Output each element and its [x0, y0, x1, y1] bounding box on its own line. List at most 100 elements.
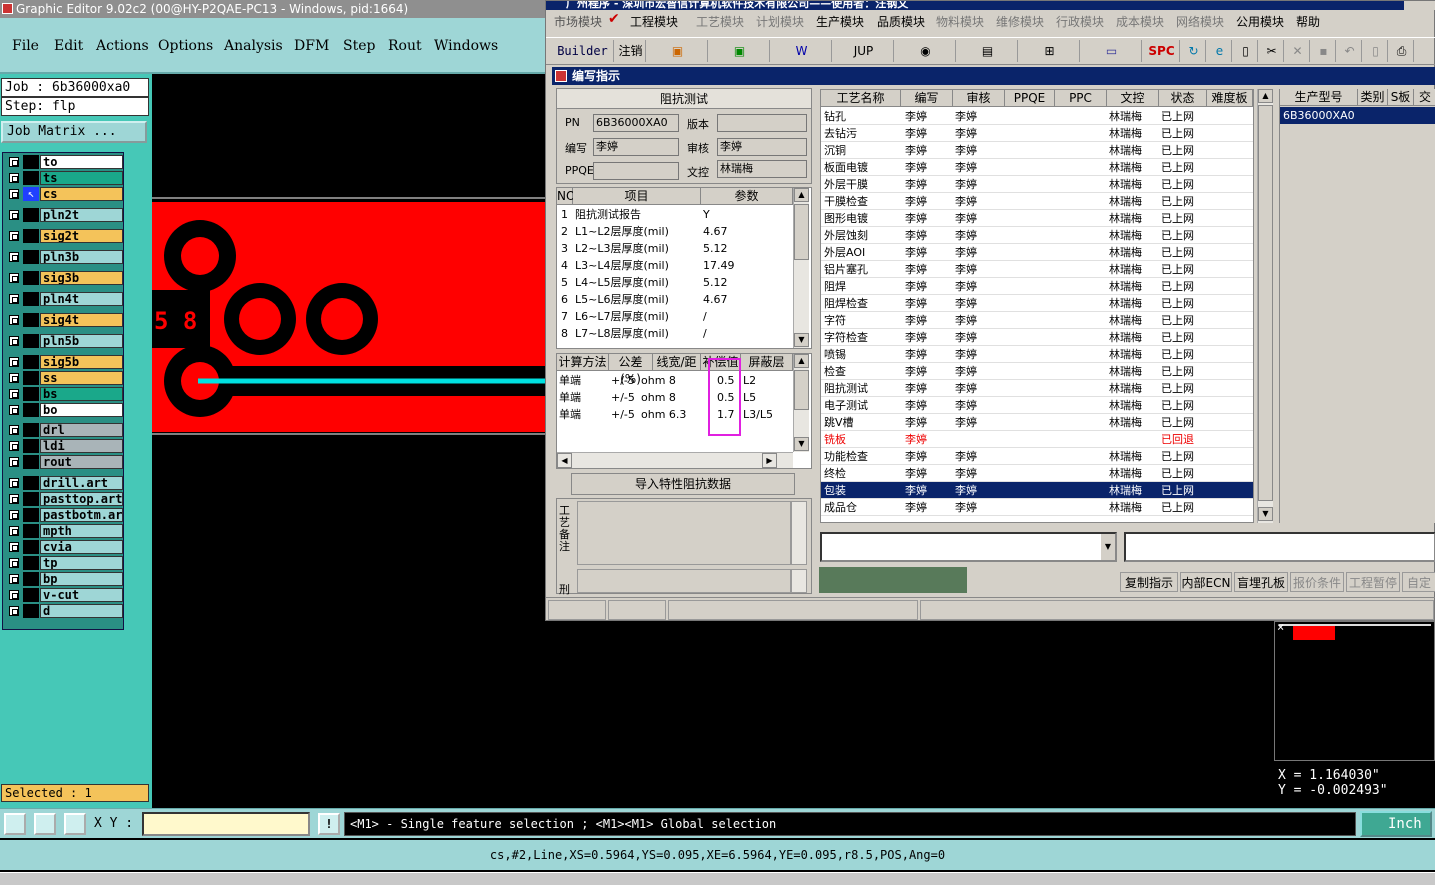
layer-checkbox[interactable]	[9, 336, 19, 346]
layer-affected-swatch[interactable]	[23, 423, 39, 437]
layer-row-cvia[interactable]: cvia	[5, 540, 123, 554]
grid-icon[interactable]	[64, 813, 86, 835]
layer-affected-swatch[interactable]	[23, 492, 39, 506]
print-icon[interactable]: ⎙	[1390, 40, 1414, 62]
menu-craft[interactable]: 工艺模块	[696, 13, 744, 30]
layer-affected-swatch[interactable]	[23, 540, 39, 554]
layer-row-sig5b[interactable]: sig5b	[5, 355, 123, 369]
menu-cost[interactable]: 成本模块	[1116, 13, 1164, 30]
xy-input[interactable]	[142, 812, 310, 836]
right-input[interactable]	[1124, 532, 1435, 562]
layer-row-bo[interactable]: bo	[5, 403, 123, 417]
params-scrollbar[interactable]: ▲ ▼	[793, 188, 809, 348]
layer-checkbox[interactable]	[9, 273, 19, 283]
layer-name[interactable]: tp	[40, 556, 123, 570]
process-row[interactable]: 电子测试 李婷 李婷 林瑞梅 已上网	[821, 397, 1253, 414]
layer-name[interactable]: sig3b	[40, 271, 123, 285]
param-value[interactable]: Y	[703, 206, 791, 223]
internal-ecn-button[interactable]: 内部ECN	[1180, 572, 1232, 592]
layer-name[interactable]: pasttop.art	[40, 492, 123, 506]
ie-icon[interactable]: e	[1208, 40, 1232, 62]
imp-shield[interactable]: L3/L5	[743, 406, 791, 423]
layer-affected-swatch[interactable]	[23, 588, 39, 602]
imp-width[interactable]: ohm 8	[641, 389, 699, 406]
layer-row-cs[interactable]: ↖ cs	[5, 187, 123, 201]
layer-affected-swatch[interactable]	[23, 171, 39, 185]
param-value[interactable]: /	[703, 308, 791, 325]
notes-scrollbar[interactable]	[791, 501, 807, 565]
imp-tolerance[interactable]: +/-5	[611, 372, 645, 389]
process-row[interactable]: 成品仓 李婷 李婷 林瑞梅 已上网	[821, 499, 1253, 516]
layer-name[interactable]: v-cut	[40, 588, 123, 602]
left-input[interactable]: ▼	[820, 532, 1117, 562]
layer-checkbox[interactable]	[9, 210, 19, 220]
menu-network[interactable]: 网络模块	[1176, 13, 1224, 30]
process-row[interactable]: 终检 李婷 李婷 林瑞梅 已上网	[821, 465, 1253, 482]
menu-step[interactable]: Step	[343, 38, 375, 54]
import-impedance-button[interactable]: 导入特性阻抗数据	[571, 473, 795, 495]
network-icon[interactable]: ⊞	[1020, 40, 1080, 62]
builder-button[interactable]: Builder	[552, 40, 614, 62]
product-row[interactable]: 6B36000XA0	[1280, 107, 1435, 124]
layer-name[interactable]: bp	[40, 572, 123, 586]
layer-name[interactable]: cs	[40, 187, 123, 201]
layer-row-pln5b[interactable]: pln5b	[5, 334, 123, 348]
spc-button[interactable]: SPC	[1144, 40, 1180, 62]
menu-rout[interactable]: Rout	[388, 38, 422, 54]
layer-affected-swatch[interactable]	[23, 155, 39, 169]
process-row[interactable]: 外层蚀刻 李婷 李婷 林瑞梅 已上网	[821, 227, 1253, 244]
layer-affected-swatch[interactable]	[23, 371, 39, 385]
layer-name[interactable]: mpth	[40, 524, 123, 538]
pn-field[interactable]: 6B36000XA0	[593, 114, 679, 132]
layer-name[interactable]: drl	[40, 423, 123, 437]
process-row[interactable]: 阻焊 李婷 李婷 林瑞梅 已上网	[821, 278, 1253, 295]
layer-name[interactable]: pln2t	[40, 208, 123, 222]
notes-textarea[interactable]	[577, 501, 791, 565]
layer-checkbox[interactable]	[9, 425, 19, 435]
scroll-up-icon[interactable]: ▲	[794, 354, 809, 368]
layer-row-pln4t[interactable]: pln4t	[5, 292, 123, 306]
notes-scrollbar-2[interactable]	[791, 569, 807, 593]
layer-row-sig2t[interactable]: sig2t	[5, 229, 123, 243]
process-row[interactable]: 图形电镀 李婷 李婷 林瑞梅 已上网	[821, 210, 1253, 227]
layer-name[interactable]: pln4t	[40, 292, 123, 306]
layer-checkbox[interactable]	[9, 478, 19, 488]
menu-help[interactable]: 帮助	[1296, 13, 1320, 30]
layer-checkbox[interactable]	[9, 389, 19, 399]
layer-row-bs[interactable]: bs	[5, 387, 123, 401]
unit-selector[interactable]: Inch	[1360, 811, 1432, 837]
layer-affected-swatch[interactable]	[23, 208, 39, 222]
process-row[interactable]: 板面电镀 李婷 李婷 林瑞梅 已上网	[821, 159, 1253, 176]
ppqe-field[interactable]	[593, 162, 679, 180]
layer-checkbox[interactable]	[9, 510, 19, 520]
imp-hscroll[interactable]: ◀ ▶	[557, 452, 793, 468]
layer-checkbox[interactable]	[9, 574, 19, 584]
menu-quality[interactable]: 品质模块	[877, 13, 925, 30]
layer-checkbox[interactable]	[9, 157, 19, 167]
layer-affected-swatch[interactable]	[23, 387, 39, 401]
process-row[interactable]: 沉铜 李婷 李婷 林瑞梅 已上网	[821, 142, 1253, 159]
jup-button[interactable]: JUP	[834, 40, 894, 62]
computer-icon[interactable]: ▭	[1082, 40, 1142, 62]
menu-market[interactable]: 市场模块	[554, 13, 602, 30]
cut-icon[interactable]: ✂	[1260, 40, 1284, 62]
layer-row-ldi[interactable]: ldi	[5, 439, 123, 453]
layer-row-sig4t[interactable]: sig4t	[5, 313, 123, 327]
layer-affected-swatch[interactable]	[23, 439, 39, 453]
layer-row-sig3b[interactable]: sig3b	[5, 271, 123, 285]
layer-row-pastbotm-art[interactable]: pastbotm.art	[5, 508, 123, 522]
menu-actions[interactable]: Actions	[96, 38, 149, 54]
layer-affected-swatch[interactable]	[23, 313, 39, 327]
imp-comp[interactable]: 0.5	[717, 389, 741, 406]
layer-checkbox[interactable]	[9, 315, 19, 325]
layer-checkbox[interactable]	[9, 558, 19, 568]
process-row[interactable]: 喷锡 李婷 李婷 林瑞梅 已上网	[821, 346, 1253, 363]
layer-affected-swatch[interactable]	[23, 250, 39, 264]
layer-name[interactable]: pln5b	[40, 334, 123, 348]
layer-affected-swatch[interactable]	[23, 604, 39, 618]
process-row[interactable]: 检查 李婷 李婷 林瑞梅 已上网	[821, 363, 1253, 380]
menu-common[interactable]: 公用模块	[1236, 13, 1284, 30]
process-row[interactable]: 阻抗测试 李婷 李婷 林瑞梅 已上网	[821, 380, 1253, 397]
layer-row-tp[interactable]: tp	[5, 556, 123, 570]
imp-comp[interactable]: 1.7	[717, 406, 741, 423]
